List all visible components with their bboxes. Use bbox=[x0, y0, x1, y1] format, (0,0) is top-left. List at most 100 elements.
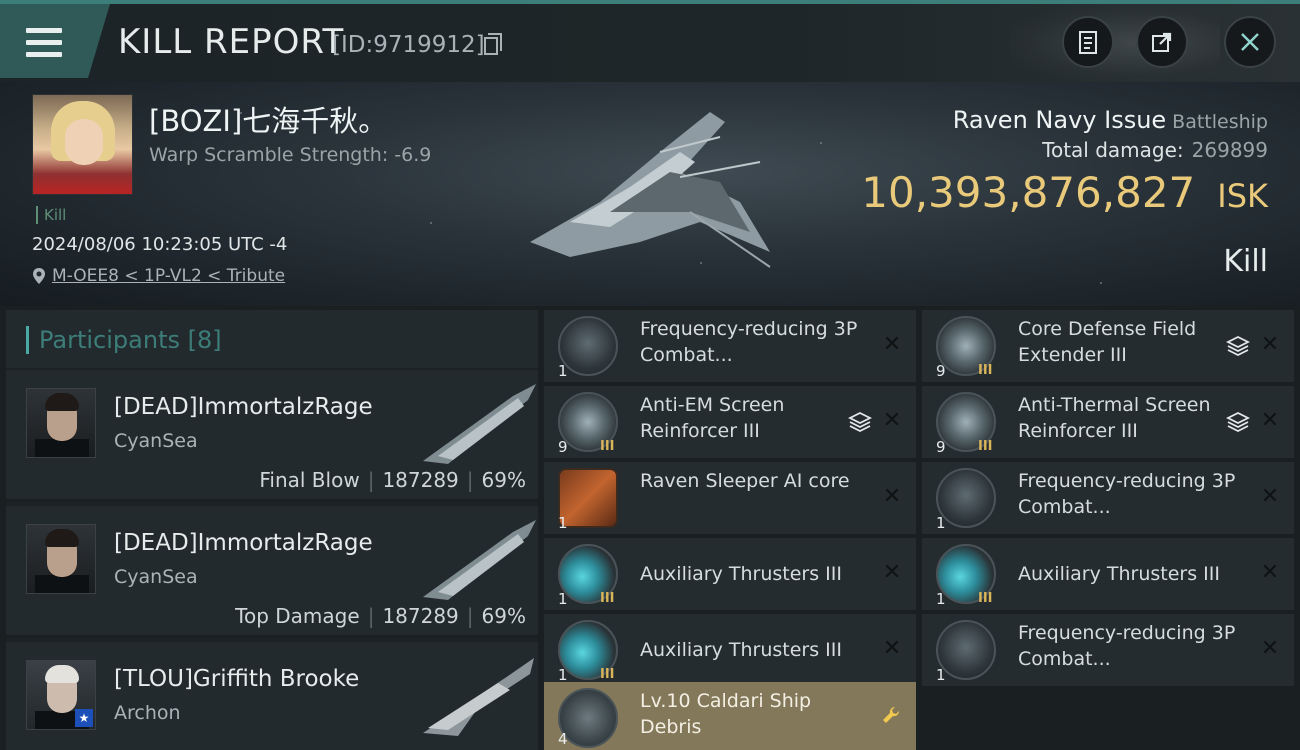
item-name: Lv.10 Caldari Ship Debris bbox=[640, 690, 812, 738]
item-card-highlighted[interactable]: 4 Lv.10 Caldari Ship Debris bbox=[544, 682, 916, 750]
participant-avatar[interactable] bbox=[26, 388, 96, 458]
ship-name-line: Raven Navy Issue Battleship bbox=[953, 106, 1268, 134]
item-quantity: 1 bbox=[558, 590, 568, 608]
item-card[interactable]: 9 III Core Defense Field Extender III ✕ bbox=[922, 310, 1294, 382]
total-damage: Total damage: 269899 bbox=[1042, 138, 1268, 162]
clipboard-icon bbox=[1079, 31, 1097, 54]
close-icon: ✕ bbox=[1260, 408, 1280, 433]
close-button[interactable] bbox=[1224, 16, 1276, 68]
item-name: Anti-EM Screen Reinforcer III bbox=[640, 394, 785, 442]
participant-row[interactable]: [DEAD]ImmortalzRage CyanSea Final Blow | 1… bbox=[6, 370, 538, 502]
item-name: Frequency-reducing 3P Combat... bbox=[1018, 470, 1236, 518]
participant-percent: 69% bbox=[481, 604, 526, 628]
page-title: KILL REPORT bbox=[118, 22, 345, 62]
item-name: Auxiliary Thrusters III bbox=[640, 563, 842, 585]
participant-damage: 187289 bbox=[382, 604, 459, 628]
victim-ship-image bbox=[530, 112, 771, 268]
item-name: Raven Sleeper AI core bbox=[640, 470, 850, 492]
participant-role: Final Blow bbox=[259, 468, 360, 492]
item-card[interactable]: 1 III Auxiliary Thrusters III ✕ bbox=[544, 538, 916, 610]
participant-name: [DEAD]ImmortalzRage bbox=[114, 530, 373, 556]
item-quantity: 4 bbox=[558, 730, 568, 748]
clipboard-button[interactable] bbox=[1062, 16, 1114, 68]
item-card[interactable]: 1 Frequency-reducing 3P Combat... ✕ bbox=[922, 462, 1294, 534]
victim-banner: [BOZI]七海千秋。 Warp Scramble Strength: -6.9… bbox=[0, 82, 1300, 306]
participant-row[interactable]: ★ [TLOU]Griffith Brooke Archon bbox=[6, 642, 538, 750]
participant-role: Top Damage bbox=[235, 604, 360, 628]
kill-tag: Kill bbox=[36, 206, 66, 224]
item-quantity: 1 bbox=[558, 362, 568, 380]
participant-avatar[interactable] bbox=[26, 524, 96, 594]
item-quantity: 1 bbox=[936, 514, 946, 532]
isk-unit: ISK bbox=[1217, 177, 1268, 215]
location-pin-icon bbox=[33, 268, 45, 284]
item-tier: III bbox=[600, 591, 615, 606]
isk-amount: 10,393,876,827 bbox=[861, 168, 1196, 217]
item-name: Core Defense Field Extender III bbox=[1018, 318, 1197, 366]
stat-separator: | bbox=[466, 604, 474, 628]
stack-icon bbox=[848, 411, 872, 433]
item-card[interactable]: 1 III Auxiliary Thrusters III ✕ bbox=[922, 538, 1294, 610]
close-icon: ✕ bbox=[882, 484, 902, 509]
participant-ship-image bbox=[423, 520, 536, 600]
copy-icon[interactable] bbox=[484, 33, 502, 55]
stack-icon bbox=[1226, 335, 1250, 357]
close-icon: ✕ bbox=[882, 560, 902, 585]
participants-panel: Participants [8] [DEAD]ImmortalzRage Cya… bbox=[6, 310, 538, 750]
participant-stats: Final Blow | 187289 | 69% bbox=[259, 468, 526, 492]
participant-ship-image bbox=[423, 658, 534, 736]
participants-header: Participants [8] bbox=[6, 310, 538, 368]
participant-ship-image bbox=[423, 384, 536, 464]
menu-button[interactable] bbox=[0, 4, 110, 78]
item-card[interactable]: 9 III Anti-Thermal Screen Reinforcer III… bbox=[922, 386, 1294, 458]
participant-percent: 69% bbox=[481, 468, 526, 492]
close-icon: ✕ bbox=[882, 332, 902, 357]
close-icon: ✕ bbox=[1260, 560, 1280, 585]
participant-corp: CyanSea bbox=[114, 566, 198, 588]
item-name: Auxiliary Thrusters III bbox=[640, 639, 842, 661]
ship-class: Battleship bbox=[1172, 111, 1268, 133]
item-tier: III bbox=[600, 667, 615, 682]
item-tier: III bbox=[978, 591, 993, 606]
stat-separator: | bbox=[367, 604, 375, 628]
close-icon bbox=[1241, 33, 1259, 51]
isk-value: 10,393,876,827 ISK bbox=[861, 168, 1268, 217]
victim-name[interactable]: [BOZI]七海千秋。 bbox=[149, 98, 387, 140]
close-icon: ✕ bbox=[1260, 484, 1280, 509]
item-name: Frequency-reducing 3P Combat... bbox=[1018, 622, 1236, 670]
item-quantity: 9 bbox=[558, 438, 568, 456]
total-damage-value: 269899 bbox=[1191, 138, 1268, 162]
item-card[interactable]: 1 III Auxiliary Thrusters III ✕ bbox=[544, 614, 916, 686]
participants-count: [8] bbox=[187, 326, 222, 354]
participant-stats: Top Damage | 187289 | 69% bbox=[235, 604, 526, 628]
victim-avatar[interactable] bbox=[32, 94, 133, 195]
share-button[interactable] bbox=[1136, 16, 1188, 68]
participant-corp: CyanSea bbox=[114, 430, 198, 452]
item-card[interactable]: 1 Frequency-reducing 3P Combat... ✕ bbox=[544, 310, 916, 382]
item-name: Frequency-reducing 3P Combat... bbox=[640, 318, 858, 366]
participant-damage: 187289 bbox=[382, 468, 459, 492]
item-quantity: 1 bbox=[558, 514, 568, 532]
item-name: Auxiliary Thrusters III bbox=[1018, 563, 1220, 585]
warp-scramble-strength: Warp Scramble Strength: -6.9 bbox=[149, 144, 432, 166]
item-quantity: 9 bbox=[936, 438, 946, 456]
total-damage-label: Total damage: bbox=[1042, 138, 1184, 162]
close-icon: ✕ bbox=[1260, 332, 1280, 357]
stat-separator: | bbox=[367, 468, 375, 492]
participant-name: [DEAD]ImmortalzRage bbox=[114, 394, 373, 420]
item-tier: III bbox=[600, 439, 615, 454]
participants-title-label: Participants bbox=[39, 326, 180, 354]
location-link[interactable]: M-OEE8 < 1P-VL2 < Tribute bbox=[32, 266, 285, 286]
item-card[interactable]: 1 Frequency-reducing 3P Combat... ✕ bbox=[922, 614, 1294, 686]
location-text: M-OEE8 < 1P-VL2 < Tribute bbox=[52, 266, 286, 286]
item-card[interactable]: 9 III Anti-EM Screen Reinforcer III ✕ bbox=[544, 386, 916, 458]
participant-avatar[interactable]: ★ bbox=[26, 660, 96, 730]
header-bar: KILL REPORT [ID:9719912] bbox=[0, 0, 1300, 82]
participant-row[interactable]: [DEAD]ImmortalzRage CyanSea Top Damage | 1… bbox=[6, 506, 538, 638]
item-tier: III bbox=[978, 439, 993, 454]
ship-name[interactable]: Raven Navy Issue bbox=[953, 106, 1166, 134]
star-badge-icon: ★ bbox=[75, 709, 93, 727]
item-card[interactable]: 1 Raven Sleeper AI core ✕ bbox=[544, 462, 916, 534]
participants-title: Participants [8] bbox=[26, 326, 222, 354]
stat-separator: | bbox=[466, 468, 474, 492]
